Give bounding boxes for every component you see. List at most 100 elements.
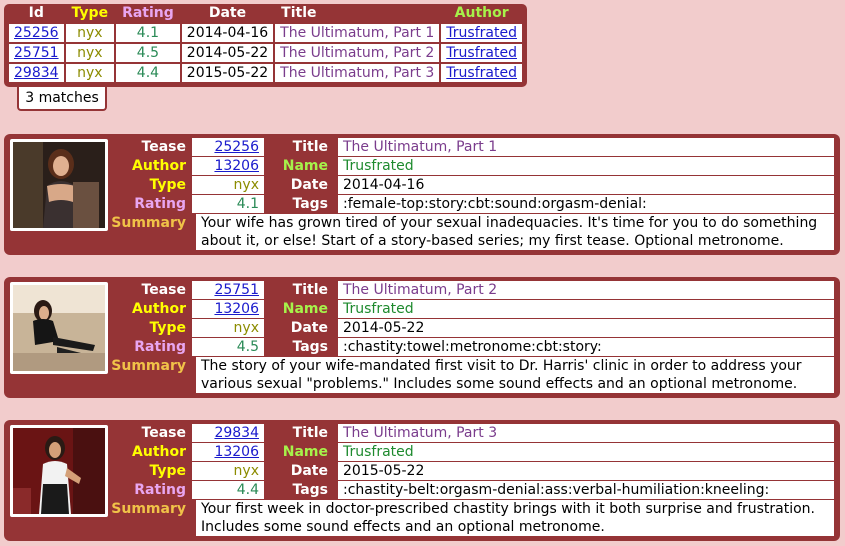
author-id-link[interactable]: 13206	[214, 301, 259, 317]
date-label: Date	[290, 177, 328, 193]
thumbnail-photo-icon	[13, 428, 105, 514]
summary-label: Summary	[111, 501, 186, 517]
type-label: Type	[149, 320, 186, 336]
rating-value: 4.4	[192, 481, 264, 499]
row-author-cell: Trusfrated	[441, 64, 522, 82]
tease-id-cell: 25256	[192, 138, 264, 156]
tags-label: Tags	[292, 196, 328, 212]
header-title[interactable]: Title	[275, 4, 439, 22]
author-id-cell: 13206	[192, 157, 264, 175]
tease-label: Tease	[141, 139, 186, 155]
date-value: 2014-05-22	[338, 319, 834, 337]
author-id-link[interactable]: 13206	[214, 444, 259, 460]
title-value: The Ultimatum, Part 3	[338, 424, 834, 442]
tease-id-link[interactable]: 25751	[214, 282, 259, 298]
tease-label: Tease	[141, 425, 186, 441]
row-id-link[interactable]: 25256	[14, 25, 59, 41]
name-value: Trusfrated	[338, 157, 834, 175]
type-value: nyx	[192, 462, 264, 480]
header-rating[interactable]: Rating	[116, 4, 180, 22]
tease-thumbnail[interactable]	[10, 139, 108, 231]
table-row: 29834 nyx 4.4 2015-05-22 The Ultimatum, …	[9, 64, 522, 82]
tease-id-cell: 29834	[192, 424, 264, 442]
tags-value: :chastity-belt:orgasm-denial:ass:verbal-…	[338, 481, 834, 499]
name-value: Trusfrated	[338, 300, 834, 318]
row-id-link[interactable]: 29834	[14, 65, 59, 81]
summary-text: The story of your wife-mandated first vi…	[196, 357, 834, 393]
date-label: Date	[290, 463, 328, 479]
tease-label: Tease	[141, 282, 186, 298]
row-id-cell: 25751	[9, 44, 64, 62]
thumbnail-photo-icon	[13, 285, 105, 371]
tease-id-link[interactable]: 25256	[214, 139, 259, 155]
title-label: Title	[292, 139, 328, 155]
results-table-header: Id Type Rating Date Title Author	[9, 4, 522, 22]
author-label: Author	[132, 301, 186, 317]
tease-id-link[interactable]: 29834	[214, 425, 259, 441]
row-author-link[interactable]: Trusfrated	[446, 45, 517, 61]
results-table-panel: Id Type Rating Date Title Author 25256 n…	[4, 4, 527, 87]
title-value: The Ultimatum, Part 1	[338, 138, 834, 156]
row-author-cell: Trusfrated	[441, 24, 522, 42]
table-row: 25256 nyx 4.1 2014-04-16 The Ultimatum, …	[9, 24, 522, 42]
author-id-cell: 13206	[192, 443, 264, 461]
date-label: Date	[290, 320, 328, 336]
row-id-link[interactable]: 25751	[14, 45, 59, 61]
name-label: Name	[282, 301, 328, 317]
type-label: Type	[149, 463, 186, 479]
summary-text: Your wife has grown tired of your sexual…	[196, 214, 834, 250]
tags-label: Tags	[292, 339, 328, 355]
name-value: Trusfrated	[338, 443, 834, 461]
row-rating-cell: 4.1	[116, 24, 180, 42]
match-count: 3 matches	[17, 87, 107, 111]
header-author[interactable]: Author	[441, 4, 522, 22]
title-label: Title	[292, 425, 328, 441]
row-rating-cell: 4.5	[116, 44, 180, 62]
header-type[interactable]: Type	[66, 4, 115, 22]
rating-label: Rating	[134, 482, 186, 498]
row-id-cell: 29834	[9, 64, 64, 82]
summary-label: Summary	[111, 215, 186, 231]
row-id-cell: 25256	[9, 24, 64, 42]
row-rating-cell: 4.4	[116, 64, 180, 82]
table-row: 25751 nyx 4.5 2014-05-22 The Ultimatum, …	[9, 44, 522, 62]
row-author-link[interactable]: Trusfrated	[446, 65, 517, 81]
type-value: nyx	[192, 176, 264, 194]
tease-thumbnail[interactable]	[10, 282, 108, 374]
tags-label: Tags	[292, 482, 328, 498]
row-date-cell: 2015-05-22	[181, 64, 274, 82]
tease-id-cell: 25751	[192, 281, 264, 299]
title-label: Title	[292, 282, 328, 298]
row-title-cell: The Ultimatum, Part 3	[275, 64, 440, 82]
author-label: Author	[132, 444, 186, 460]
tease-card: Tease Author Type Rating Summary 25256 1…	[4, 134, 840, 255]
row-type-cell: nyx	[65, 64, 115, 82]
header-date[interactable]: Date	[182, 4, 273, 22]
summary-text: Your first week in doctor-prescribed cha…	[196, 500, 834, 536]
rating-value: 4.1	[192, 195, 264, 213]
rating-label: Rating	[134, 196, 186, 212]
tease-thumbnail[interactable]	[10, 425, 108, 517]
row-date-cell: 2014-04-16	[181, 24, 274, 42]
author-id-cell: 13206	[192, 300, 264, 318]
title-value: The Ultimatum, Part 2	[338, 281, 834, 299]
row-type-cell: nyx	[65, 24, 115, 42]
rating-value: 4.5	[192, 338, 264, 356]
author-label: Author	[132, 158, 186, 174]
date-value: 2015-05-22	[338, 462, 834, 480]
thumbnail-photo-icon	[13, 142, 105, 228]
name-label: Name	[282, 444, 328, 460]
name-label: Name	[282, 158, 328, 174]
row-author-link[interactable]: Trusfrated	[446, 25, 517, 41]
row-title-cell: The Ultimatum, Part 1	[275, 24, 440, 42]
header-id[interactable]: Id	[9, 4, 64, 22]
row-date-cell: 2014-05-22	[181, 44, 274, 62]
results-table: Id Type Rating Date Title Author 25256 n…	[7, 2, 524, 84]
tease-card: Tease Author Type Rating Summary 25751 1…	[4, 277, 840, 398]
tags-value: :chastity:towel:metronome:cbt:story:	[338, 338, 834, 356]
type-label: Type	[149, 177, 186, 193]
summary-label: Summary	[111, 358, 186, 374]
row-author-cell: Trusfrated	[441, 44, 522, 62]
tease-card: Tease Author Type Rating Summary 29834 1…	[4, 420, 840, 541]
author-id-link[interactable]: 13206	[214, 158, 259, 174]
